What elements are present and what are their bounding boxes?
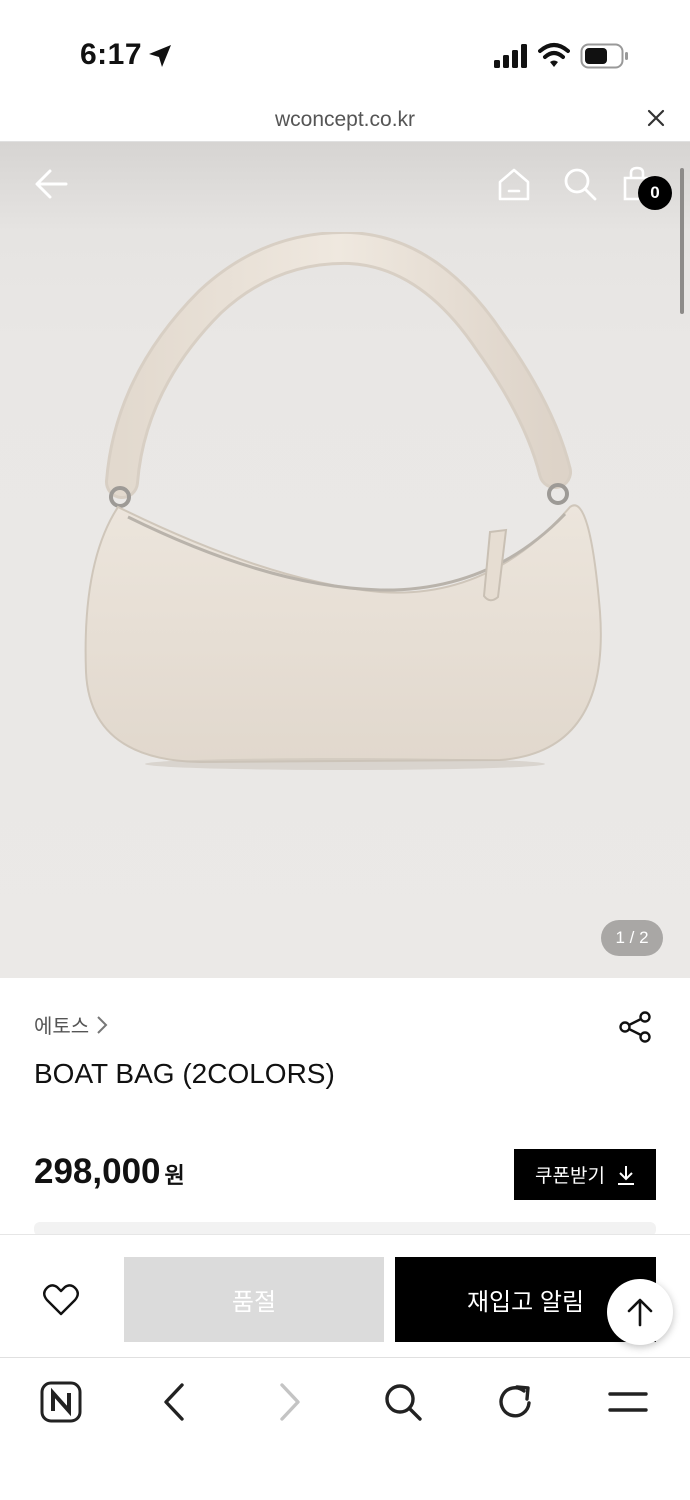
forward-chevron-icon[interactable]	[274, 1381, 304, 1423]
back-arrow-icon[interactable]	[34, 166, 70, 202]
back-chevron-icon[interactable]	[160, 1381, 190, 1423]
scroll-to-top-button[interactable]	[607, 1279, 673, 1345]
price-currency: 원	[164, 1163, 185, 1188]
coupon-button[interactable]: 쿠폰받기	[514, 1149, 656, 1200]
share-icon[interactable]	[618, 1010, 652, 1044]
soldout-button[interactable]: 품절	[124, 1257, 384, 1342]
location-arrow-icon	[149, 45, 171, 67]
wifi-icon	[538, 43, 570, 67]
brand-name[interactable]: 에토스	[34, 1010, 89, 1039]
url-bar[interactable]: wconcept.co.kr	[0, 100, 690, 142]
status-time: 6:17	[80, 38, 143, 71]
chevron-right-icon	[97, 1015, 108, 1034]
scrollbar[interactable]	[680, 168, 684, 314]
coupon-label: 쿠폰받기	[535, 1166, 605, 1187]
battery-icon	[580, 43, 628, 69]
cart-count-badge[interactable]: 0	[638, 176, 672, 210]
close-icon[interactable]	[646, 108, 666, 128]
brand-link[interactable]: 에토스	[34, 1010, 109, 1039]
arrow-up-icon	[627, 1298, 653, 1327]
signal-bars-icon	[494, 44, 527, 68]
reload-icon[interactable]	[496, 1381, 536, 1423]
url-domain[interactable]: wconcept.co.kr	[0, 108, 690, 132]
browser-toolbar	[0, 1359, 690, 1500]
home-icon[interactable]	[496, 166, 532, 202]
product-gallery[interactable]: 0 1 / 2	[0, 142, 690, 978]
gallery-pager: 1 / 2	[601, 920, 663, 956]
menu-icon[interactable]	[608, 1381, 648, 1423]
heart-icon[interactable]	[42, 1283, 80, 1317]
product-name: BOAT BAG (2COLORS)	[34, 1058, 335, 1089]
search-icon[interactable]	[382, 1381, 424, 1423]
product-image	[84, 232, 602, 770]
download-icon	[617, 1165, 634, 1185]
purchase-action-bar: 품절 재입고 알림	[0, 1234, 690, 1358]
price-value: 298,000	[34, 1152, 161, 1191]
naver-logo-icon[interactable]	[40, 1381, 82, 1423]
status-bar: 6:17	[0, 0, 690, 100]
price: 298,000 원	[34, 1152, 185, 1192]
search-icon[interactable]	[562, 166, 598, 202]
